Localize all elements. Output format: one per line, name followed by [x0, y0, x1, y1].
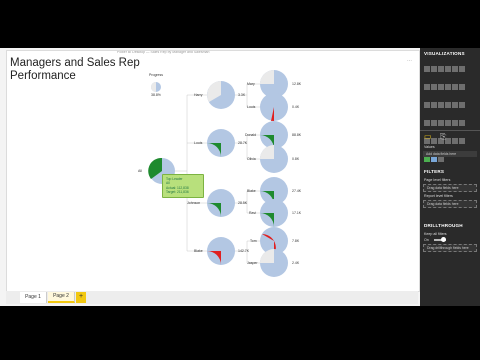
rep-value-blake: 27.4K: [292, 189, 302, 193]
rep-label-jasper: Jasper: [247, 261, 258, 265]
report-frame: Managers and Sales Rep Performance Power…: [0, 48, 480, 306]
viz-clustered-bar-icon[interactable]: [438, 66, 444, 72]
report-filters-dropzone[interactable]: Drag data fields here: [423, 200, 477, 208]
rep-value-ravi: 17.1K: [292, 211, 302, 215]
drillthrough-dropzone[interactable]: Drag drillthrough fields here: [423, 244, 477, 252]
link-root-blake: [186, 203, 207, 252]
rep-value-louis: 0.4K: [292, 105, 300, 109]
legend-label: Progress: [149, 73, 164, 77]
format-paint-icon[interactable]: ⎘: [440, 132, 446, 142]
viz-100-bar-icon[interactable]: [452, 66, 458, 72]
rep-value-jasper: 2.4K: [292, 261, 300, 265]
report-canvas: Managers and Sales Rep Performance Power…: [6, 50, 420, 292]
viz-line-column-icon[interactable]: [445, 84, 451, 90]
filters-header: FILTERS: [424, 169, 445, 174]
values-dropzone[interactable]: Add data fields here: [423, 151, 477, 157]
rep-label-mary: Mary: [247, 82, 255, 86]
viz-filled-map-icon[interactable]: [459, 102, 465, 108]
viz-stacked-bar-icon[interactable]: [424, 66, 430, 72]
toggle-track[interactable]: [433, 237, 446, 243]
toggle-state: On: [424, 238, 429, 242]
viz-card-icon[interactable]: [438, 120, 444, 126]
rep-value-donald: 88.8K: [292, 133, 302, 137]
add-page-button[interactable]: +: [76, 292, 86, 303]
viz-map-icon[interactable]: [452, 102, 458, 108]
manager-pie-louis[interactable]: [207, 129, 235, 157]
page-filters-dropzone[interactable]: Drag data fields here: [423, 184, 477, 192]
rep-label-blake: Blake: [247, 189, 256, 193]
viz-clustered-column-icon[interactable]: [445, 66, 451, 72]
viz-donut-icon[interactable]: [438, 102, 444, 108]
rep-label-olivia: Olivia: [247, 157, 256, 161]
page-tabs: Page 1 Page 2 +: [6, 291, 418, 304]
manager-value-harry: 3.3K: [238, 93, 246, 97]
viz-100-column-icon[interactable]: [459, 66, 465, 72]
viz-scatter-icon[interactable]: [424, 102, 430, 108]
viz-stacked-column-icon[interactable]: [431, 66, 437, 72]
viz-treemap-icon[interactable]: [445, 102, 451, 108]
rep-label-tom: Tom: [250, 239, 257, 243]
manager-value-blake: 142.7K: [238, 249, 250, 253]
keep-filters-toggle[interactable]: On: [420, 237, 480, 243]
tree-diagram: [148, 70, 288, 277]
manager-label-louis: Louis: [194, 141, 203, 145]
manager-pie-blake[interactable]: [207, 237, 235, 265]
legend-pie: [151, 82, 161, 92]
viz-kpi-icon[interactable]: [452, 120, 458, 126]
viz-area-icon[interactable]: [431, 84, 437, 90]
rep-pie-olivia[interactable]: [260, 145, 288, 173]
viz-pie-icon[interactable]: [431, 102, 437, 108]
manager-pie-johnson[interactable]: [207, 189, 235, 217]
page-filters-label: Page level filters: [424, 178, 451, 182]
rep-label-donald: Donald: [245, 133, 257, 137]
visualizations-header: VISUALIZATIONS: [424, 51, 465, 56]
rep-value-mary: 12.8K: [292, 82, 302, 86]
rep-pie-donald[interactable]: [260, 121, 288, 149]
manager-label-blake: Blake: [194, 249, 203, 253]
toggle-knob[interactable]: [440, 237, 446, 243]
manager-label-harry: Harry: [194, 93, 203, 97]
viz-ribbon-icon[interactable]: [452, 84, 458, 90]
panel-divider: [420, 130, 480, 131]
rep-label-louis: Louis: [247, 105, 256, 109]
rep-value-tom: 7.8K: [292, 239, 300, 243]
manager-pie-harry[interactable]: [207, 81, 235, 109]
tab-page-2[interactable]: Page 2: [48, 292, 75, 303]
rep-label-ravi: Ravi: [249, 211, 257, 215]
viz-gauge-icon[interactable]: [431, 120, 437, 126]
viz-waterfall-icon[interactable]: [459, 84, 465, 90]
fields-tab-icon[interactable]: ▭: [424, 132, 432, 141]
report-filters-label: Report level filters: [424, 194, 453, 198]
link-root-harry: [162, 94, 207, 172]
tooltip-line-4: Target: 211,836: [166, 189, 189, 194]
rep-value-olivia: 0.8K: [292, 157, 300, 161]
rep-pie-ravi[interactable]: [260, 199, 288, 227]
values-header: Values: [424, 145, 435, 149]
manager-label-johnson: Johnson: [187, 201, 201, 205]
viz-stacked-area-icon[interactable]: [438, 84, 444, 90]
rep-pie-louis[interactable]: [260, 93, 288, 121]
tab-page-1[interactable]: Page 1: [20, 292, 47, 303]
viz-multirow-card-icon[interactable]: [445, 120, 451, 126]
viz-funnel-icon[interactable]: [424, 120, 430, 126]
rep-pie-jasper[interactable]: [260, 249, 288, 277]
tooltip: Top Leader All Actual: 112,838 Target: 2…: [162, 174, 204, 198]
drillthrough-header: DRILLTHROUGH: [424, 223, 463, 228]
root-label: All: [138, 169, 142, 173]
legend-value: 38.8%: [151, 93, 161, 97]
manager-value-johnson: 28.5K: [238, 201, 248, 205]
viz-line-icon[interactable]: [424, 84, 430, 90]
right-panel: VISUALIZATIONS ▭ ⎘ Values Add data field…: [420, 48, 480, 306]
manager-value-louis: 28.7K: [238, 141, 248, 145]
viz-slicer-icon[interactable]: [459, 120, 465, 126]
